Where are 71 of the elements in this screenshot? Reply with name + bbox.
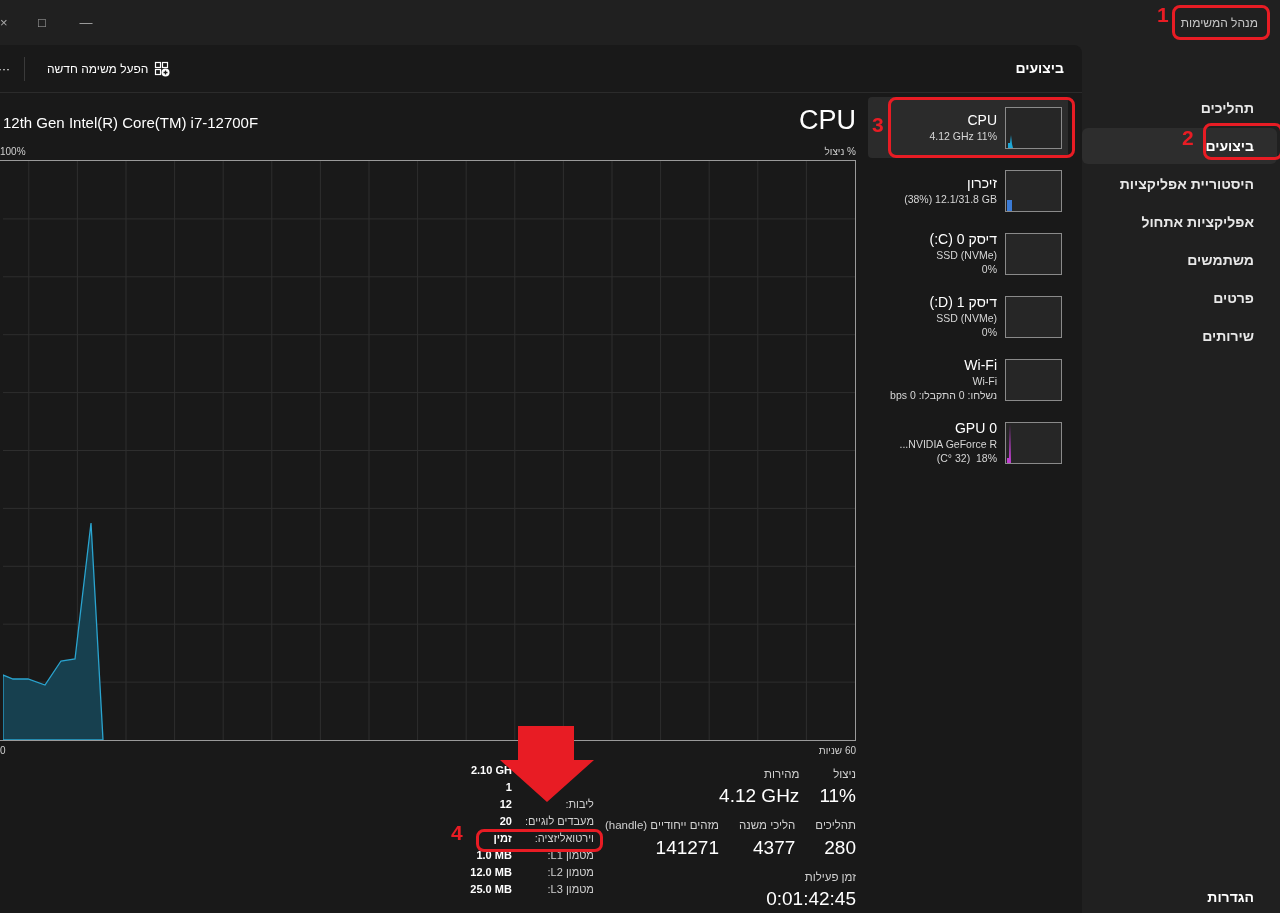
detail-label: מטמון L3: <box>546 882 594 897</box>
step-number: 3 <box>872 114 884 135</box>
detail-value: 12.0 MB <box>470 865 512 880</box>
more-button[interactable]: ··· <box>0 59 10 78</box>
close-button[interactable]: × <box>0 12 20 33</box>
detail-value: זמין <box>492 831 512 846</box>
stat-label: מהירות <box>764 767 800 782</box>
axis-label: 0 <box>0 744 6 758</box>
stat-value: 141271 <box>655 835 719 860</box>
step-number: 4 <box>451 822 463 843</box>
device-stat: SSD (NVMe) <box>936 311 997 325</box>
detail-value: 1 <box>504 780 512 795</box>
nav-item[interactable]: אפליקציות אתחול <box>1082 204 1277 240</box>
detail-label: ליבות: <box>564 797 594 812</box>
page-title: ביצועים <box>1015 59 1064 78</box>
stat-label: תהליכים <box>815 818 856 834</box>
stat-label: זמן פעילות <box>804 869 856 885</box>
step-number: 2 <box>1182 127 1194 148</box>
maximize-button[interactable]: □ <box>20 12 64 33</box>
device-stat: (38%) 12.1/31.8 GB <box>904 192 997 206</box>
axis-label: 100% <box>0 145 26 159</box>
stat-value: 4377 <box>753 835 796 860</box>
run-new-task-button[interactable]: הפעל משימה חדשה <box>39 52 179 85</box>
device-stat: Wi-Fi <box>972 374 997 388</box>
nav-item[interactable]: פרטים <box>1082 280 1277 316</box>
device-stat: SSD (NVMe) <box>936 248 997 262</box>
step-number: 1 <box>1157 4 1169 25</box>
device-name: CPU <box>967 112 997 129</box>
mini-graph <box>1005 232 1062 275</box>
device-stat: 0% <box>981 325 997 339</box>
detail-value: 25.0 MB <box>470 882 512 897</box>
stat-value: 4.12 GHz <box>719 784 800 809</box>
device-stat: נשלחו: 0 התקבלו: bps 0 <box>890 388 997 402</box>
mini-graph <box>1005 106 1062 149</box>
device-name: זיכרון <box>967 175 997 192</box>
new-task-icon <box>154 60 171 77</box>
detail-value: 20 <box>498 814 512 829</box>
device-stat: 0% <box>981 262 997 276</box>
nav-item[interactable]: משתמשים <box>1082 242 1277 278</box>
cpu-model: 12th Gen Intel(R) Core(TM) i7-12700F <box>2 112 259 133</box>
detail-label: מעבדים לוגיים: <box>524 814 594 829</box>
nav-item[interactable]: היסטוריית אפליקציות <box>1082 166 1277 202</box>
minimize-button[interactable]: — <box>64 12 108 33</box>
stat-label: מזהים ייחודיים (handle) <box>604 818 719 834</box>
axis-label: 60 שניות <box>818 744 856 758</box>
device-name: דיסק 0 (C:) <box>929 231 997 248</box>
device-stat: (C° 32) 18% <box>936 451 997 465</box>
stat-value: 11% <box>819 784 856 809</box>
mini-graph <box>1005 358 1062 401</box>
mini-graph <box>1005 295 1062 338</box>
nav-item[interactable]: תהליכים <box>1082 90 1277 126</box>
mini-graph <box>1005 169 1062 212</box>
device-title: CPU <box>799 107 856 134</box>
stat-value: 0:01:42:45 <box>766 886 856 911</box>
stat-label: הליכי משנה <box>739 818 796 834</box>
device-stat: 4.12 GHz 11% <box>929 129 997 143</box>
device-name: דיסק 1 (D:) <box>929 294 997 311</box>
window-title: מנהל המשימות <box>1180 14 1258 32</box>
device-stat: NVIDIA GeForce R... <box>899 437 997 451</box>
mini-graph <box>1005 421 1062 464</box>
stat-label: ניצול <box>833 767 856 782</box>
settings-button[interactable]: הגדרות <box>1207 886 1254 908</box>
detail-label: מטמון L2: <box>546 865 594 880</box>
nav-item[interactable]: שירותים <box>1082 318 1277 354</box>
device-name: GPU 0 <box>955 420 997 437</box>
detail-label: וירטואליזציה: <box>533 831 594 846</box>
device-name: Wi-Fi <box>964 357 997 374</box>
detail-value: 12 <box>498 797 512 812</box>
axis-label: % ניצול <box>824 145 856 159</box>
device-item[interactable]: GPU 0 NVIDIA GeForce R... (C° 32) 18% <box>868 412 1068 473</box>
stat-value: 280 <box>824 835 856 860</box>
